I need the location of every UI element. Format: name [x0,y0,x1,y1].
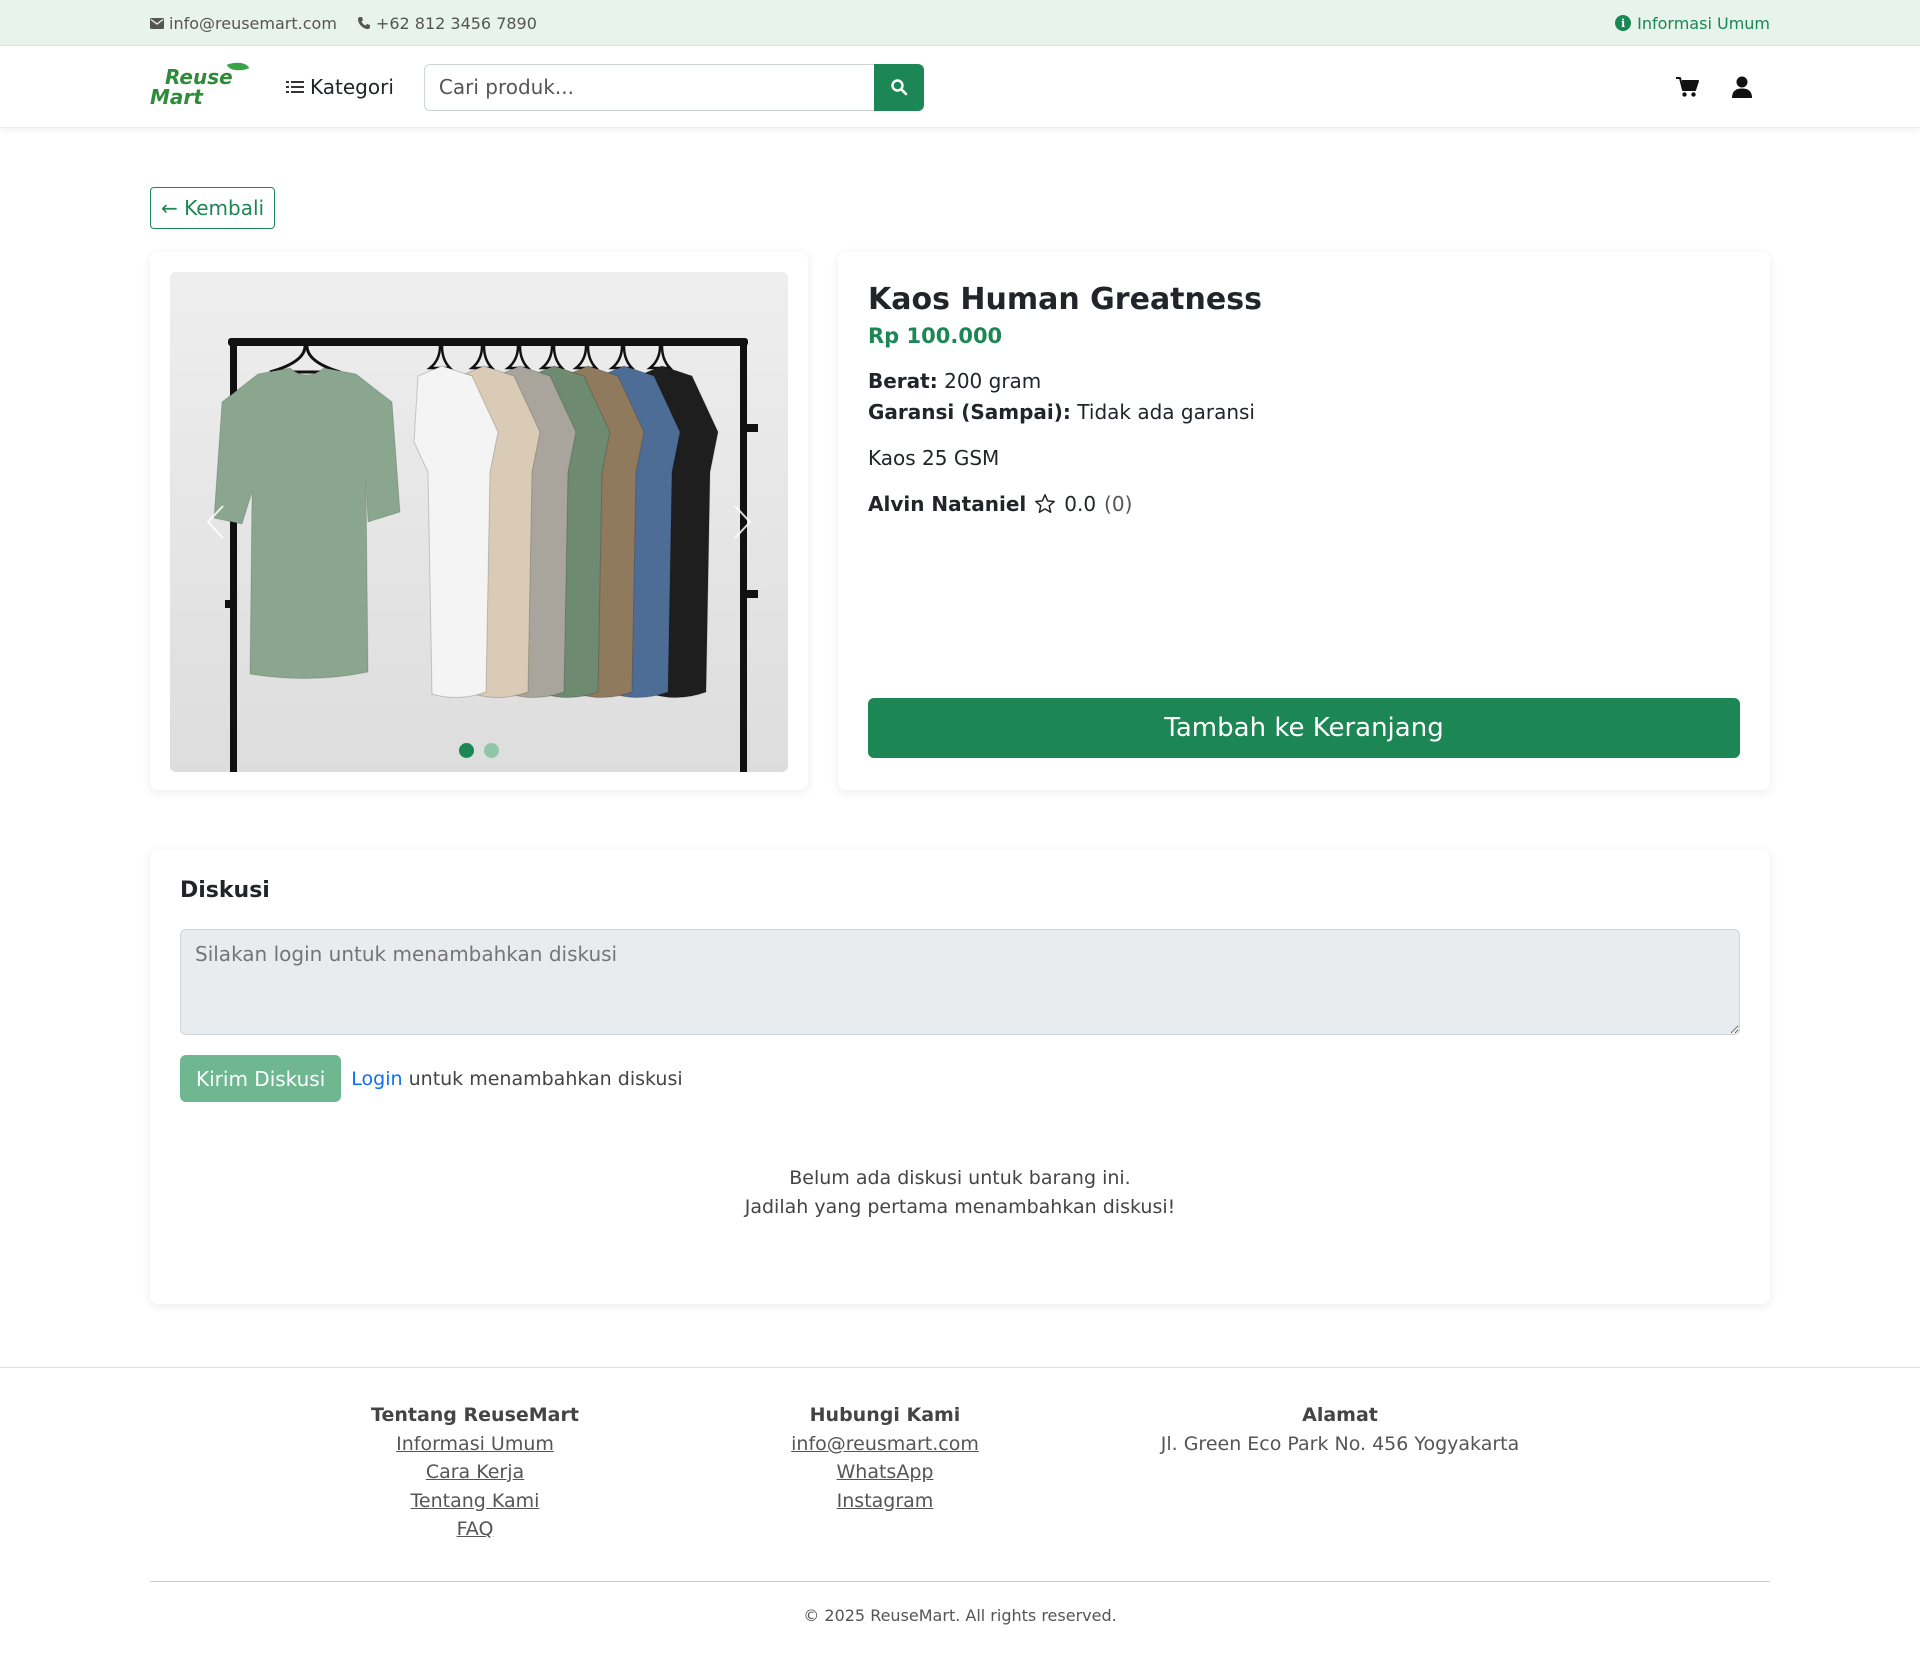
empty-line-1: Belum ada diskusi untuk barang ini. [789,1167,1131,1189]
hanger-7 [608,345,636,370]
footer-link-tentang-kami[interactable]: Tentang Kami [340,1487,610,1516]
carousel-indicators [170,743,788,758]
submit-discussion-button[interactable]: Kirim Diskusi [180,1055,342,1102]
phone-text: +62 812 3456 7890 [375,13,537,33]
login-link[interactable]: Login [351,1068,402,1090]
discussion-card: Diskusi Kirim Diskusi Login untuk menamb… [150,850,1770,1304]
hanger-8 [646,345,674,370]
footer-link-whatsapp[interactable]: WhatsApp [750,1458,1020,1487]
weight-value: 200 gram [944,369,1042,393]
hanger-1 [269,345,341,374]
star-icon [1035,494,1056,513]
back-button[interactable]: ← Kembali [150,187,276,229]
user-icon [1732,76,1752,98]
phone-contact: +62 812 3456 7890 [357,14,537,33]
warranty-value: Tidak ada garansi [1077,400,1255,424]
product-image-carousel[interactable] [170,272,788,772]
back-label: ← Kembali [161,196,265,220]
logo-text-line1: Reuse [165,65,233,89]
footer-link-instagram[interactable]: Instagram [750,1487,1020,1516]
warranty-label: Garansi (Sampai): [868,400,1071,424]
footer-address-column: Alamat Jl. Green Eco Park No. 456 Yogyak… [1110,1401,1570,1458]
user-account-button[interactable] [1730,75,1754,99]
phone-icon [357,17,370,29]
hanger-3 [468,345,496,370]
footer-about-column: Tentang ReuseMart Informasi Umum Cara Ke… [340,1401,610,1544]
shirt-2 [413,365,499,698]
info-icon: i [1615,15,1632,31]
footer-address-heading: Alamat [1302,1404,1378,1426]
main-navbar: Reuse Mart Kategori [0,46,1920,128]
footer-link-informasi-umum[interactable]: Informasi Umum [340,1430,610,1459]
carousel-dot-1[interactable] [459,743,474,758]
footer-about-heading: Tentang ReuseMart [371,1404,579,1426]
email-contact: info@reusemart.com [150,14,337,33]
reusemart-logo[interactable]: Reuse Mart [150,57,250,111]
email-text: info@reusemart.com [169,13,337,33]
login-hint: untuk menambahkan diskusi [408,1067,683,1090]
product-description: Kaos 25 GSM [868,446,1000,470]
kategori-label: Kategori [310,75,394,99]
list-icon [286,81,304,93]
seller-rating: 0.0 [1064,492,1097,516]
hanger-4 [504,345,532,370]
top-info-bar: info@reusemart.com +62 812 3456 7890 i I… [0,0,1920,46]
logo-text-line2: Mart [150,85,203,109]
discussion-actions: Kirim Diskusi Login untuk menambahkan di… [180,1055,1740,1102]
add-to-cart-button[interactable]: Tambah ke Keranjang [868,698,1740,758]
product-title: Kaos Human Greatness [868,282,1262,317]
warranty-row: Garansi (Sampai): Tidak ada garansi [868,397,1740,428]
nav-actions [1676,75,1754,99]
search-bar [423,63,924,111]
footer-link-cara-kerja[interactable]: Cara Kerja [340,1458,610,1487]
cart-button[interactable] [1676,75,1700,99]
hanger-2 [426,345,454,370]
product-gallery-card [150,252,808,790]
cart-icon [1676,77,1699,97]
discussion-textarea[interactable] [180,929,1740,1035]
product-price: Rp 100.000 [868,324,1003,348]
hanger-5 [538,345,566,370]
footer-contact-column: Hubungi Kami info@reusmart.com WhatsApp … [750,1401,1020,1515]
footer-link-email[interactable]: info@reusmart.com [750,1430,1020,1459]
shirt-1 [213,367,401,680]
main-content: ← Kembali Kaos Human Greatness Rp 100.00… [150,128,1770,1368]
weight-label: Berat: [868,369,938,393]
discussion-empty-state: Belum ada diskusi untuk barang ini. Jadi… [180,1164,1740,1222]
seller-rating-count: (0) [1104,492,1133,516]
kategori-menu-button[interactable]: Kategori [286,75,394,99]
informasi-umum-link[interactable]: i Informasi Umum [1615,14,1770,33]
informasi-umum-label: Informasi Umum [1637,13,1770,33]
search-button[interactable] [873,63,924,111]
seller-name[interactable]: Alvin Nataniel [868,492,1026,516]
product-specs: Berat: 200 gram Garansi (Sampai): Tidak … [868,366,1740,428]
product-info-card: Kaos Human Greatness Rp 100.000 Berat: 2… [838,252,1770,790]
site-footer: Tentang ReuseMart Informasi Umum Cara Ke… [0,1367,1920,1625]
contact-info: info@reusemart.com +62 812 3456 7890 [150,14,537,33]
chevron-left-icon [206,505,224,539]
search-icon [891,79,908,96]
copyright-text: © 2025 ReuseMart. All rights reserved. [803,1606,1117,1625]
hanger-6 [572,345,600,370]
search-input[interactable] [423,63,874,111]
footer-link-faq[interactable]: FAQ [340,1515,610,1544]
envelope-icon [150,17,164,29]
empty-line-2: Jadilah yang pertama menambahkan diskusi… [744,1196,1176,1218]
carousel-dot-2[interactable] [484,743,499,758]
carousel-prev-button[interactable] [200,502,230,542]
footer-divider [150,1581,1770,1582]
seller-info: Alvin Nataniel 0.0 (0) [868,492,1740,516]
product-photo [213,338,758,772]
chevron-right-icon [734,505,752,539]
carousel-next-button[interactable] [728,502,758,542]
footer-address-text: Jl. Green Eco Park No. 456 Yogyakarta [1160,1432,1520,1455]
footer-contact-heading: Hubungi Kami [809,1404,961,1426]
weight-row: Berat: 200 gram [868,366,1740,397]
discussion-title: Diskusi [180,878,270,903]
